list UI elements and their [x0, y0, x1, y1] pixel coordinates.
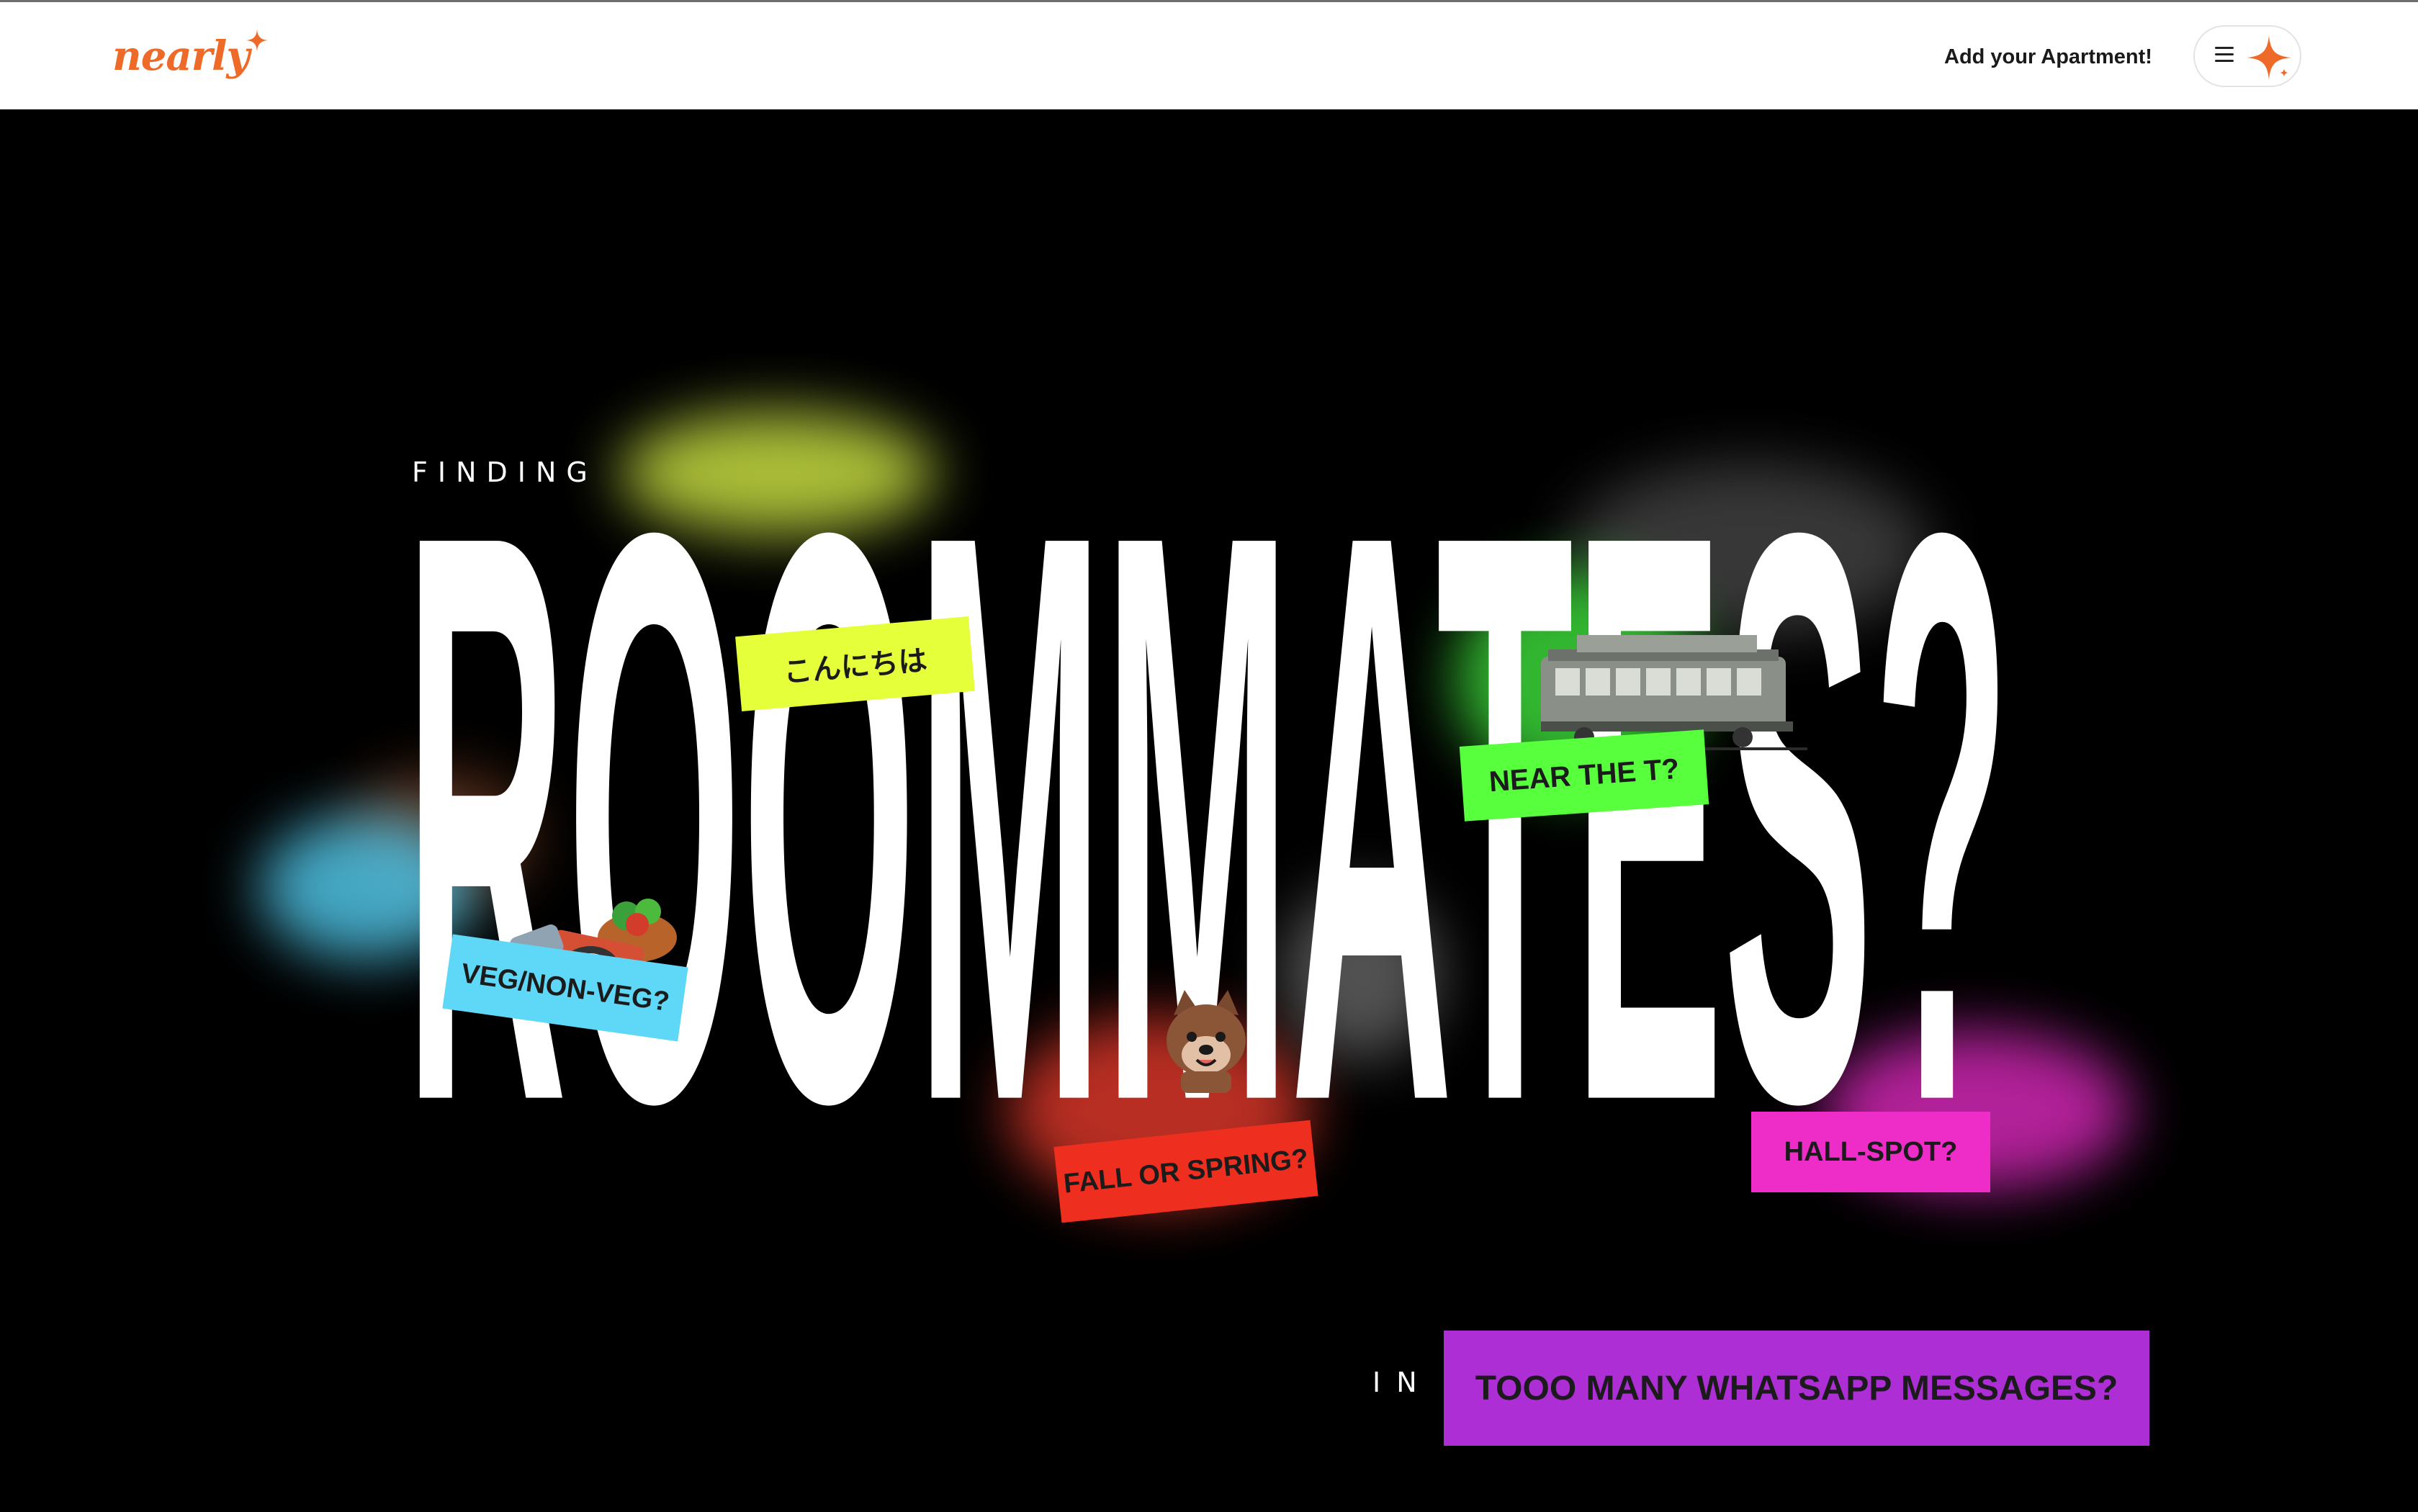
- hero-section: FINDING ROOMMATES? IN T こんにちは NEAR THE T…: [0, 109, 2418, 1512]
- hamburger-icon: [2215, 47, 2234, 66]
- top-navbar: nearly Add your Apartment!: [0, 0, 2418, 109]
- nearly-logo[interactable]: nearly: [112, 24, 268, 89]
- dog-image: [1167, 990, 1246, 1093]
- add-apartment-link[interactable]: Add your Apartment!: [1944, 41, 2152, 73]
- sparkle-icon: [2247, 35, 2291, 80]
- sticker-whatsapp-messages: TOOO MANY WHATSAPP MESSAGES?: [1444, 1331, 2149, 1446]
- sticker-hall-spot: HALL-SPOT?: [1751, 1112, 1990, 1192]
- logo-sparkle-icon: [246, 30, 268, 51]
- menu-button[interactable]: [2193, 25, 2301, 87]
- logo-text: nearly: [112, 32, 250, 80]
